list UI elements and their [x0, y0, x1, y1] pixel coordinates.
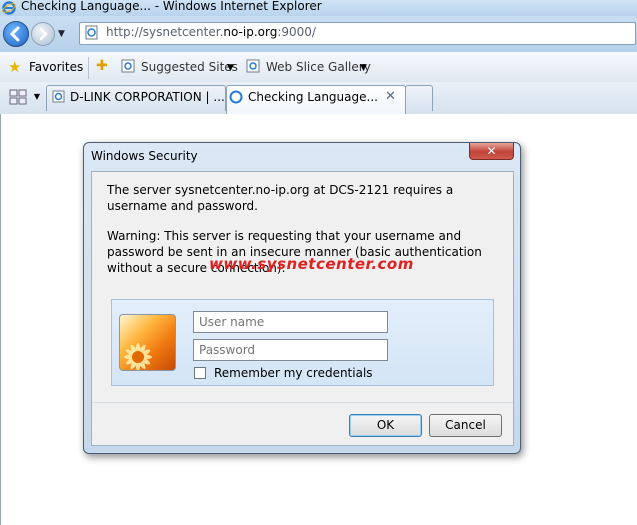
ok-button[interactable]: OK: [349, 414, 422, 437]
suggested-sites-icon: [121, 59, 135, 73]
close-tab-icon[interactable]: ✕: [385, 89, 396, 104]
web-slice-gallery-dropdown-icon[interactable]: ▼: [360, 63, 367, 73]
url-domain: no-ip.org: [223, 25, 278, 39]
username-field[interactable]: [193, 311, 388, 333]
back-arrow-icon: [9, 26, 20, 42]
url-suffix: :9000/: [277, 25, 316, 39]
cancel-button[interactable]: Cancel: [429, 414, 502, 437]
server-message: The server sysnetcenter.no-ip.org at DCS…: [107, 183, 454, 213]
forward-button[interactable]: [31, 22, 55, 46]
remember-credentials-label[interactable]: Remember my credentials: [214, 366, 373, 380]
forward-arrow-icon: [39, 27, 48, 41]
remember-credentials-checkbox[interactable]: [194, 367, 206, 379]
window-title: Checking Language... - Windows Internet …: [21, 0, 322, 13]
tab-label: D-LINK CORPORATION | ...: [70, 90, 225, 104]
url-prefix: http://sysnetcenter.: [106, 25, 224, 39]
web-slice-gallery-icon: [246, 59, 260, 73]
web-slice-gallery-link[interactable]: Web Slice Gallery: [266, 60, 371, 74]
password-field[interactable]: [193, 339, 388, 361]
loading-icon: [229, 90, 243, 104]
ie-page-icon: [52, 90, 65, 103]
flower-icon: [124, 343, 152, 370]
new-tab-button[interactable]: [405, 85, 433, 111]
suggested-sites-dropdown-icon[interactable]: ▼: [227, 63, 234, 73]
back-button[interactable]: [3, 21, 29, 47]
toolbar-separator: [88, 57, 89, 79]
tab-label: Checking Language...: [248, 90, 378, 104]
ie-logo-icon: [2, 1, 16, 15]
watermark-text: www.sysnetcenter.com: [209, 255, 414, 273]
url-text[interactable]: http://sysnetcenter.no-ip.org:9000/: [106, 25, 316, 39]
favorites-star-icon[interactable]: ★: [8, 59, 21, 75]
tab-list-dropdown-icon[interactable]: ▼: [31, 88, 43, 106]
page-icon: [85, 25, 98, 40]
recent-pages-dropdown-icon[interactable]: ▼: [58, 29, 65, 39]
user-avatar: [119, 314, 176, 371]
dialog-close-button[interactable]: ✕: [469, 143, 514, 160]
add-to-favorites-icon[interactable]: ✚: [96, 57, 108, 75]
dialog-title: Windows Security: [91, 149, 198, 163]
suggested-sites-link[interactable]: Suggested Sites: [141, 60, 238, 74]
quick-tabs-icon[interactable]: [7, 88, 29, 106]
favorites-button[interactable]: Favorites: [29, 60, 83, 74]
